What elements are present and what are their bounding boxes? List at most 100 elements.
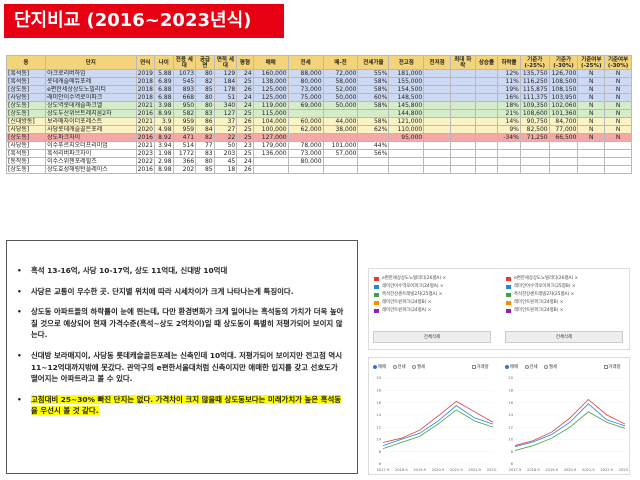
legend-item[interactable]: 흑석한강센트레빌2차(25평A) ×	[373, 291, 493, 299]
table-cell: 9%	[497, 125, 521, 134]
column-header[interactable]: 하락률	[497, 55, 521, 70]
table-cell: 102,060	[548, 101, 579, 110]
radio-rent-left[interactable]: 월세	[412, 364, 425, 370]
legend-item[interactable]: 래미안트윈파크(24평B) ×	[505, 307, 625, 315]
price-chart-right: 20 18 16 14 12 10 8 6 2017.9 2018.9 2019.9 2020.9 20…	[508, 376, 629, 472]
legend-item[interactable]: 래미안이수역로이파크(25평B) ×	[505, 283, 625, 291]
legend-item[interactable]: 래미안트윈파크(24평B) ×	[505, 299, 625, 307]
column-header[interactable]: 상승률	[474, 55, 499, 70]
column-header[interactable]: 전고점	[388, 55, 425, 70]
table-cell: 138,000	[252, 77, 289, 86]
y-tick-label: 10	[508, 438, 513, 442]
column-header[interactable]: 평형	[236, 55, 254, 70]
column-header[interactable]: 동	[5, 55, 47, 70]
note-item: • 상도동 아파트들의 하락률이 눈에 띈는데, 다만 환경변화가 크게 일어나는…	[17, 306, 347, 341]
table-cell: 24	[236, 69, 254, 78]
remove-icon[interactable]: ×	[437, 292, 443, 297]
clear-all-button-left[interactable]: 전체삭제	[373, 331, 491, 343]
x-tick-label: 2019.9	[545, 468, 558, 472]
legend-label: 흑석한강센트레빌2차(25평A)	[514, 292, 570, 297]
table-cell: 14%	[497, 117, 521, 126]
legend-swatch-icon	[506, 277, 511, 281]
table-cell: [상도동]	[5, 101, 47, 110]
table-cell: N	[577, 109, 606, 118]
table-cell: 50,000	[322, 101, 359, 110]
column-header[interactable]: 전세가율	[357, 55, 390, 70]
table-cell	[577, 149, 606, 158]
remove-icon[interactable]: ×	[426, 308, 432, 313]
table-cell: 24	[236, 93, 254, 102]
column-header[interactable]: 공급 면	[195, 55, 215, 70]
table-cell: N	[604, 77, 632, 86]
remove-icon[interactable]: ×	[573, 276, 579, 281]
column-header[interactable]: 매-전	[322, 55, 359, 70]
column-header[interactable]: 기준여부 (-30%)	[604, 55, 632, 70]
column-header[interactable]: 전용 세대	[172, 55, 197, 70]
table-cell: 184	[213, 77, 238, 86]
y-tick-label: 6	[379, 462, 382, 466]
volume-checkbox-left[interactable]: 거래량	[471, 364, 489, 370]
table-cell	[548, 141, 579, 150]
column-header[interactable]: 나이	[154, 55, 174, 70]
table-row: [상도동] 상도두산위브트레지움2차 2016 8.99 582 83 127 25 115,0…	[5, 109, 632, 118]
column-header[interactable]: 전저점	[423, 55, 451, 70]
column-header[interactable]: 기준여부 (-25%)	[577, 55, 606, 70]
remove-icon[interactable]: ×	[426, 300, 432, 305]
column-header[interactable]: 연식	[135, 55, 156, 70]
y-tick-label: 14	[508, 413, 513, 417]
volume-checkbox-right[interactable]: 거래량	[603, 364, 621, 370]
table-cell: 148,500	[388, 93, 425, 102]
remove-icon[interactable]: ×	[569, 292, 575, 297]
radio-sale-left[interactable]: 매매	[373, 364, 386, 370]
table-cell	[449, 85, 476, 94]
legend-item[interactable]: 래미안트윈파크(24평B) ×	[373, 299, 493, 307]
table-cell: 2023	[135, 149, 156, 158]
y-tick-label: 12	[508, 425, 513, 429]
table-cell	[423, 133, 451, 142]
note-text: 신대방 보라매지이, 사당동 롯데캐슬골든포레는 신축인데 10억대. 저평가되…	[31, 350, 343, 384]
remove-icon[interactable]: ×	[570, 284, 576, 289]
radio-rent-right[interactable]: 월세	[544, 364, 557, 370]
table-cell	[497, 157, 521, 166]
table-cell: 2021	[135, 141, 156, 150]
legend-item[interactable]: 래미안이수역로이파크(24평A) ×	[373, 283, 493, 291]
legend-swatch-icon	[506, 293, 511, 297]
table-cell: e편한세상상도노빌리티	[45, 85, 137, 94]
column-header[interactable]: 단지	[45, 55, 137, 70]
chart-left-controls: 매매 전세 월세 거래량	[373, 364, 494, 370]
remove-icon[interactable]: ×	[438, 284, 444, 289]
legend-item[interactable]: e편한세상상도노빌리티(26평A) ×	[505, 275, 625, 283]
table-cell: 104,000	[252, 117, 289, 126]
clear-all-button-right[interactable]: 전체삭제	[505, 331, 623, 343]
table-cell: 108,500	[548, 77, 579, 86]
column-header[interactable]: 전세	[287, 55, 324, 70]
table-cell: 84	[195, 125, 215, 134]
table-cell: 2021	[135, 101, 156, 110]
legend-item[interactable]: e편한세상상도노빌리티(26평A) ×	[373, 275, 493, 283]
radio-jeonse-right[interactable]: 전세	[524, 364, 538, 370]
column-header[interactable]: 기준가 (-30%)	[548, 55, 579, 70]
column-header[interactable]: 매매	[252, 55, 289, 70]
legend-item[interactable]: 래미안트윈파크(24평A) ×	[373, 307, 493, 315]
column-header[interactable]: 면적 세대	[213, 55, 238, 70]
radio-jeonse-left[interactable]: 전세	[392, 364, 406, 370]
table-cell: 16%	[497, 93, 521, 102]
table-row: [상도동] 상도효성해링턴플레이스 2016 8.98 202 85 18 26	[5, 165, 632, 174]
remove-icon[interactable]: ×	[558, 300, 564, 305]
column-header[interactable]: 최대 하락	[449, 55, 476, 70]
table-cell: 6.89	[154, 77, 174, 86]
remove-icon[interactable]: ×	[441, 276, 447, 281]
table-cell: 155,000	[388, 77, 425, 86]
table-row: [사당동] 래미안이수역로이파크 2018 6.88 668 80 51 24 125,000 7…	[5, 93, 632, 102]
table-cell: 56%	[357, 149, 390, 158]
column-header[interactable]: 기준가 (-25%)	[519, 55, 550, 70]
x-tick-label: 2017.9	[377, 468, 390, 472]
table-cell: 52,000	[322, 85, 359, 94]
y-tick-label: 16	[508, 401, 513, 405]
table-cell: 366	[172, 157, 197, 166]
remove-icon[interactable]: ×	[558, 308, 564, 313]
radio-sale-right[interactable]: 매매	[505, 364, 518, 370]
table-cell: 25	[236, 77, 254, 86]
legend-item[interactable]: 흑석한강센트레빌2차(25평A) ×	[505, 291, 625, 299]
table-cell: 121,000	[388, 117, 425, 126]
